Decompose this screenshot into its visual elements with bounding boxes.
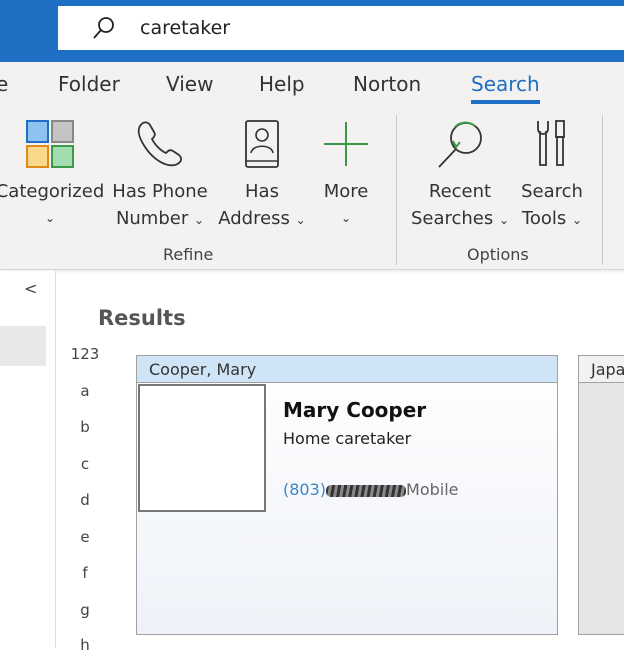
phone-icon (137, 121, 182, 167)
search-icon (93, 17, 114, 39)
ribbon-tabs: e Folder View Help Norton Search (0, 62, 624, 110)
address-book-icon (245, 120, 279, 168)
search-box[interactable]: caretaker (58, 6, 624, 50)
index-d[interactable]: d (60, 491, 110, 509)
contact-job-title: Home caretaker (283, 429, 412, 448)
tab-file[interactable]: e (0, 72, 8, 96)
has-address-button[interactable]: Has Address ⌄ (214, 110, 310, 234)
contact-phone[interactable]: (803) Mobile (283, 480, 459, 499)
tab-search[interactable]: Search (471, 72, 540, 104)
contact-card-header[interactable]: Japa (579, 356, 624, 383)
index-a[interactable]: a (60, 382, 110, 400)
tools-icon (537, 120, 565, 166)
contact-name: Mary Cooper (283, 398, 427, 422)
contact-photo (138, 384, 266, 512)
results-heading: Results (98, 306, 186, 330)
redaction-scribble (326, 484, 407, 497)
tab-folder[interactable]: Folder (58, 72, 120, 96)
plus-icon (324, 122, 368, 166)
categories-icon (26, 120, 74, 168)
selected-folder[interactable] (0, 326, 46, 366)
title-bar: caretaker (0, 0, 624, 62)
index-c[interactable]: c (60, 455, 110, 473)
contact-card-header[interactable]: Cooper, Mary (137, 356, 557, 383)
chevron-down-icon: ⌄ (340, 211, 352, 225)
refine-group-label: Refine (163, 245, 214, 264)
options-group-label: Options (467, 245, 529, 264)
chevron-down-icon: ⌄ (295, 213, 306, 227)
has-phone-number-button[interactable]: Has Phone Number ⌄ (110, 110, 210, 234)
contact-card[interactable]: Cooper, Mary Mary Cooper Home caretaker … (136, 355, 558, 635)
chevron-down-icon: ⌄ (193, 213, 205, 227)
collapse-pane-icon[interactable]: < (24, 279, 37, 298)
folder-pane: < (0, 271, 56, 648)
search-tools-button[interactable]: Search Tools ⌄ (512, 110, 592, 234)
tab-view[interactable]: View (166, 72, 213, 96)
index-b[interactable]: b (60, 418, 110, 436)
recent-searches-icon (438, 121, 482, 168)
contact-card[interactable]: Japa (578, 355, 624, 635)
ribbon: Categorized ⌄ Has Phone Number ⌄ Has Add… (0, 110, 624, 270)
index-e[interactable]: e (60, 528, 110, 546)
group-divider (602, 115, 603, 265)
index-123[interactable]: 123 (60, 345, 110, 363)
index-f[interactable]: f (60, 564, 110, 582)
tab-norton[interactable]: Norton (353, 72, 421, 96)
recent-searches-button[interactable]: Recent Searches ⌄ (408, 110, 512, 234)
categorized-button[interactable]: Categorized ⌄ (0, 110, 106, 232)
index-h[interactable]: h (60, 636, 110, 654)
search-query[interactable]: caretaker (140, 17, 230, 39)
tab-help[interactable]: Help (259, 72, 305, 96)
group-divider (396, 115, 397, 265)
chevron-down-icon: ⌄ (498, 213, 510, 227)
index-g[interactable]: g (60, 601, 110, 619)
more-button[interactable]: More ⌄ (312, 110, 380, 232)
chevron-down-icon: ⌄ (44, 211, 56, 225)
chevron-down-icon: ⌄ (572, 213, 583, 227)
